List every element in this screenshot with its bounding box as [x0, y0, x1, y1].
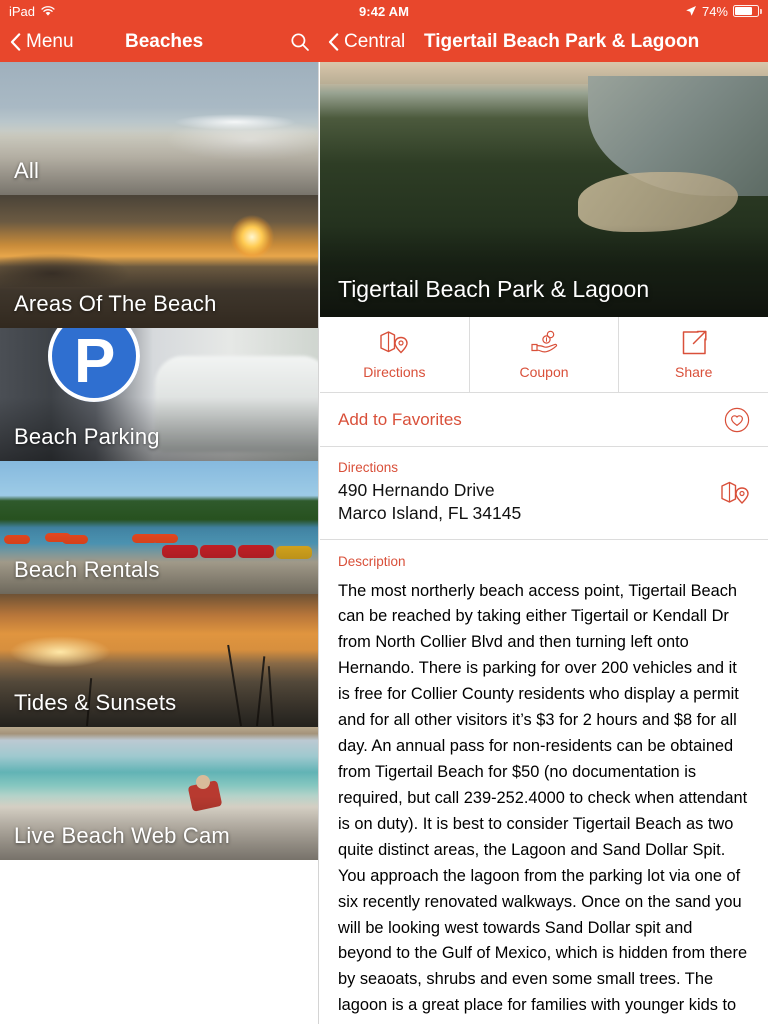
hero-title: Tigertail Beach Park & Lagoon: [338, 276, 650, 302]
directions-button[interactable]: Directions: [320, 317, 469, 392]
description-section-header: Description: [320, 540, 768, 579]
list-item[interactable]: Live Beach Web Cam: [0, 727, 318, 860]
hero-image: Tigertail Beach Park & Lagoon: [320, 62, 768, 317]
category-list[interactable]: All Areas Of The Beach P Beach Parking B…: [0, 62, 319, 1024]
back-button-central[interactable]: Central: [328, 22, 405, 62]
address-line-2: Marco Island, FL 34145: [338, 503, 522, 524]
hero-gradient: [320, 225, 768, 317]
tile-gradient: [0, 131, 318, 195]
description-section-label: Description: [338, 553, 406, 569]
status-bar: iPad 9:42 AM 74%: [0, 0, 768, 22]
menu-button[interactable]: Menu: [10, 22, 74, 62]
map-pin-icon: [379, 329, 409, 357]
detail-pane: Tigertail Beach Park & Lagoon Directions: [320, 62, 768, 1024]
directions-button-label: Directions: [363, 364, 426, 380]
map-pin-icon[interactable]: [720, 478, 750, 508]
list-item-label: Live Beach Web Cam: [14, 823, 230, 848]
chevron-left-icon: [10, 33, 21, 51]
share-arrow-icon: [680, 329, 708, 357]
description-text: The most northerly beach access point, T…: [338, 581, 748, 1024]
list-item[interactable]: Tides & Sunsets: [0, 594, 318, 727]
address-block: Directions 490 Hernando Drive Marco Isla…: [338, 460, 521, 526]
chevron-left-icon: [328, 33, 339, 51]
location-arrow-icon: [685, 5, 697, 17]
list-pane-title: Beaches: [125, 31, 204, 52]
navigation-bar: Menu Beaches Central Tigertail Beach Par…: [0, 22, 768, 62]
list-item-label: Beach Rentals: [14, 557, 160, 582]
share-button-label: Share: [675, 364, 713, 380]
list-item-label: Beach Parking: [14, 424, 160, 449]
list-item-label: Areas Of The Beach: [14, 291, 217, 316]
hand-coins-icon: [529, 329, 559, 357]
directions-address-row[interactable]: Directions 490 Hernando Drive Marco Isla…: [320, 447, 768, 540]
battery-percent-label: 74%: [701, 3, 728, 19]
coupon-button[interactable]: Coupon: [468, 317, 619, 392]
coupon-button-label: Coupon: [519, 364, 569, 380]
search-button[interactable]: [285, 22, 315, 62]
detail-pane-title: Tigertail Beach Park & Lagoon: [424, 31, 700, 52]
list-item[interactable]: P Beach Parking: [0, 328, 318, 461]
search-icon: [290, 32, 310, 52]
list-item[interactable]: All: [0, 62, 318, 195]
add-to-favorites-label: Add to Favorites: [338, 409, 462, 429]
share-button[interactable]: Share: [618, 317, 768, 392]
status-bar-right: 74%: [685, 3, 762, 19]
action-bar: Directions Coupon Share: [320, 317, 768, 393]
status-bar-time: 9:42 AM: [358, 3, 410, 19]
back-button-label: Central: [344, 31, 406, 52]
list-item[interactable]: Beach Rentals: [0, 461, 318, 594]
menu-button-label: Menu: [26, 31, 74, 52]
add-to-favorites-row[interactable]: Add to Favorites: [320, 393, 768, 447]
battery-icon: [733, 5, 762, 17]
heart-circle-icon[interactable]: [724, 407, 750, 433]
directions-section-label: Directions: [338, 460, 399, 475]
list-item[interactable]: Areas Of The Beach: [0, 195, 318, 328]
list-item-label: Tides & Sunsets: [14, 690, 177, 715]
address-line-1: 490 Hernando Drive: [338, 480, 495, 500]
list-item-label: All: [14, 158, 40, 183]
